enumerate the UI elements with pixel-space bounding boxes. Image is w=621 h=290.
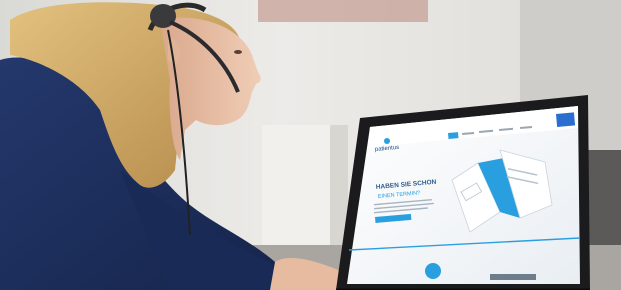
screen-logo-icon [384, 138, 390, 144]
screen-play-button[interactable] [425, 263, 441, 279]
screen-nav-item-active[interactable] [448, 132, 459, 139]
photo-scene: patientus HABEN SIE SCHON EINEN TERMIN? [0, 0, 621, 290]
photo-canvas: patientus HABEN SIE SCHON EINEN TERMIN? [0, 0, 621, 290]
background-window [258, 0, 428, 22]
screen-login-button[interactable] [556, 112, 576, 127]
person-eye [234, 50, 242, 54]
background-shelf [262, 125, 340, 245]
screen-footer-bar [490, 274, 536, 280]
